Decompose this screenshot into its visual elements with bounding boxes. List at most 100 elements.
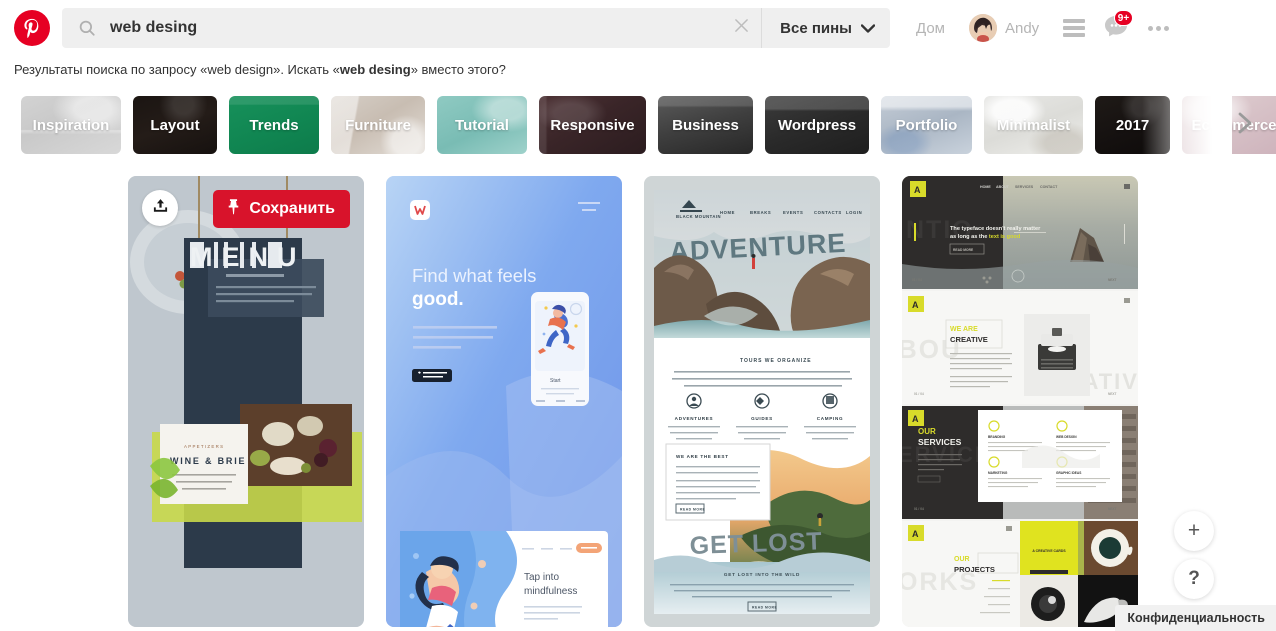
close-icon (734, 18, 749, 38)
chip-label: Layout (150, 116, 200, 134)
svg-text:MARKETING: MARKETING (988, 471, 1008, 475)
spell-correction-bar: Результаты поиска по запросу «web design… (0, 56, 1276, 82)
svg-text:CONTACTS: CONTACTS (814, 210, 842, 215)
pin-save-label: Сохранить (249, 200, 335, 217)
chip-tutorial[interactable]: Tutorial (437, 96, 527, 154)
pin-image: MENU APPETIZERS WINE & BRIE (128, 176, 364, 627)
svg-text:BRANDING: BRANDING (988, 435, 1006, 439)
chip-minimalist[interactable]: Minimalist (984, 96, 1083, 154)
svg-text:GUIDES: GUIDES (751, 416, 773, 421)
search-input[interactable] (110, 8, 722, 48)
messages-button[interactable]: 9+ (1095, 7, 1137, 49)
chip-2017[interactable]: 2017 (1095, 96, 1170, 154)
nav-user-button[interactable]: Andy (961, 14, 1053, 42)
chip-trends[interactable]: Trends (229, 96, 319, 154)
clear-search-button[interactable] (721, 8, 761, 48)
chip-inspiration[interactable]: Inspiration (21, 96, 121, 154)
svg-text:01 / 04: 01 / 04 (914, 392, 924, 396)
spell-correction-suggestion-link[interactable]: web desing (340, 62, 411, 77)
chip-label: Inspiration (32, 116, 110, 134)
search-icon (78, 19, 96, 37)
chip-label: Business (672, 116, 739, 134)
chip-label: Tutorial (455, 116, 509, 134)
svg-text:READ MORE: READ MORE (953, 248, 974, 252)
pin-save-button[interactable]: Сохранить (213, 190, 350, 228)
svg-text:APPETIZERS: APPETIZERS (184, 444, 224, 449)
svg-text:A: A (914, 185, 921, 195)
svg-text:ADVENTURES: ADVENTURES (675, 416, 714, 421)
svg-text:Tap into: Tap into (524, 572, 559, 583)
pin-card-mindfulness-app-landing[interactable]: Find what feels good. Start Tap into min… (386, 176, 622, 627)
chips-next-button[interactable] (1232, 112, 1258, 138)
svg-text:SERVICES: SERVICES (1015, 185, 1034, 189)
chip-label: Responsive (550, 116, 635, 134)
pin-image: A HOME ABOUT SERVICES CONTACT NTIO The typ… (902, 176, 1138, 627)
pin-card-creative-agency-portfolio[interactable]: A HOME ABOUT SERVICES CONTACT NTIO The typ… (902, 176, 1138, 627)
svg-text:GET LOST INTO THE WILD: GET LOST INTO THE WILD (724, 572, 800, 577)
svg-text:MENU: MENU (190, 242, 306, 272)
chip-wordpress[interactable]: Wordpress (765, 96, 869, 154)
spell-correction-suffix: » вместо этого? (410, 61, 506, 77)
spell-correction-prefix: Результаты поиска по запросу «web design… (14, 61, 340, 77)
svg-text:Find what feels: Find what feels (412, 265, 536, 286)
svg-text:A: A (912, 414, 919, 424)
nav-home-link[interactable]: Дом (900, 20, 961, 37)
svg-text:READ MORE: READ MORE (752, 606, 777, 610)
header-nav: Дом Andy 9+ (900, 7, 1179, 49)
privacy-label[interactable]: Конфиденциальность (1115, 605, 1276, 631)
menu-button[interactable] (1053, 7, 1095, 49)
search-bar[interactable]: Все пины (62, 8, 890, 48)
svg-text:WEB DESIGN: WEB DESIGN (1056, 435, 1077, 439)
svg-text:WINE & BRIE: WINE & BRIE (170, 456, 246, 466)
chip-label: Minimalist (996, 116, 1071, 134)
svg-text:TOURS WE ORGANIZE: TOURS WE ORGANIZE (740, 358, 812, 364)
search-field[interactable] (62, 8, 722, 48)
pin-card-menu-restaurant-design[interactable]: MENU APPETIZERS WINE & BRIE Сохранить (128, 176, 364, 627)
svg-text:NEXT: NEXT (1108, 392, 1117, 396)
add-pin-fab[interactable]: + (1174, 511, 1214, 551)
svg-text:HOME: HOME (980, 185, 991, 189)
help-fab[interactable]: ? (1174, 559, 1214, 599)
chip-label: Ecommerce (1191, 116, 1276, 134)
chip-responsive[interactable]: Responsive (539, 96, 646, 154)
top-header: Все пины Дом Andy (0, 0, 1276, 56)
svg-text:CREATIVE: CREATIVE (950, 335, 988, 344)
svg-text:A: A (912, 529, 919, 539)
chevron-down-icon (860, 20, 876, 37)
svg-text:ABOUT: ABOUT (996, 185, 1010, 189)
hamburger-menu-icon (1063, 16, 1086, 40)
svg-text:The typeface doesn't really ma: The typeface doesn't really matter (950, 226, 1041, 232)
question-mark-icon: ? (1188, 568, 1200, 589)
svg-text:OUR: OUR (954, 556, 970, 563)
pinterest-logo-button[interactable] (14, 10, 50, 46)
search-scope-label: Все пины (780, 19, 852, 37)
chip-portfolio[interactable]: Portfolio (881, 96, 972, 154)
svg-text:HOME: HOME (720, 210, 735, 215)
pin-card-adventure-travel-landing[interactable]: BLACK MOUNTAIN HOME BREAKS EVENTS CONTACTS… (644, 176, 880, 627)
svg-text:NEXT: NEXT (1108, 278, 1117, 282)
svg-text:01 / 04: 01 / 04 (914, 507, 924, 511)
pin-icon (226, 198, 241, 220)
svg-text:EVENTS: EVENTS (783, 210, 803, 215)
svg-text:as long as the text is good: as long as the text is good (950, 234, 1021, 240)
svg-text:Start: Start (550, 378, 561, 384)
plus-icon: + (1187, 519, 1201, 542)
avatar (968, 14, 997, 42)
chip-ecommerce[interactable]: Ecommerce (1182, 96, 1276, 154)
chip-furniture[interactable]: Furniture (331, 96, 425, 154)
svg-text:OUR: OUR (918, 427, 936, 436)
svg-text:BLACK MOUNTAIN: BLACK MOUNTAIN (676, 214, 721, 219)
search-scope-dropdown[interactable]: Все пины (762, 8, 890, 48)
category-chips-row: Inspiration Layout Trends Furniture Tuto… (0, 94, 1276, 156)
more-horizontal-icon (1147, 25, 1169, 31)
svg-text:mindfulness: mindfulness (524, 586, 577, 597)
chip-label: Portfolio (895, 116, 958, 134)
pin-image: Find what feels good. Start Tap into min… (386, 176, 622, 627)
svg-text:WE ARE THE BEST: WE ARE THE BEST (676, 454, 729, 459)
svg-text:CAMPING: CAMPING (817, 416, 844, 421)
more-options-button[interactable] (1137, 7, 1179, 49)
chip-layout[interactable]: Layout (133, 96, 217, 154)
chip-business[interactable]: Business (658, 96, 753, 154)
svg-text:READ MORE: READ MORE (680, 508, 705, 512)
pin-upload-button[interactable] (142, 190, 178, 226)
